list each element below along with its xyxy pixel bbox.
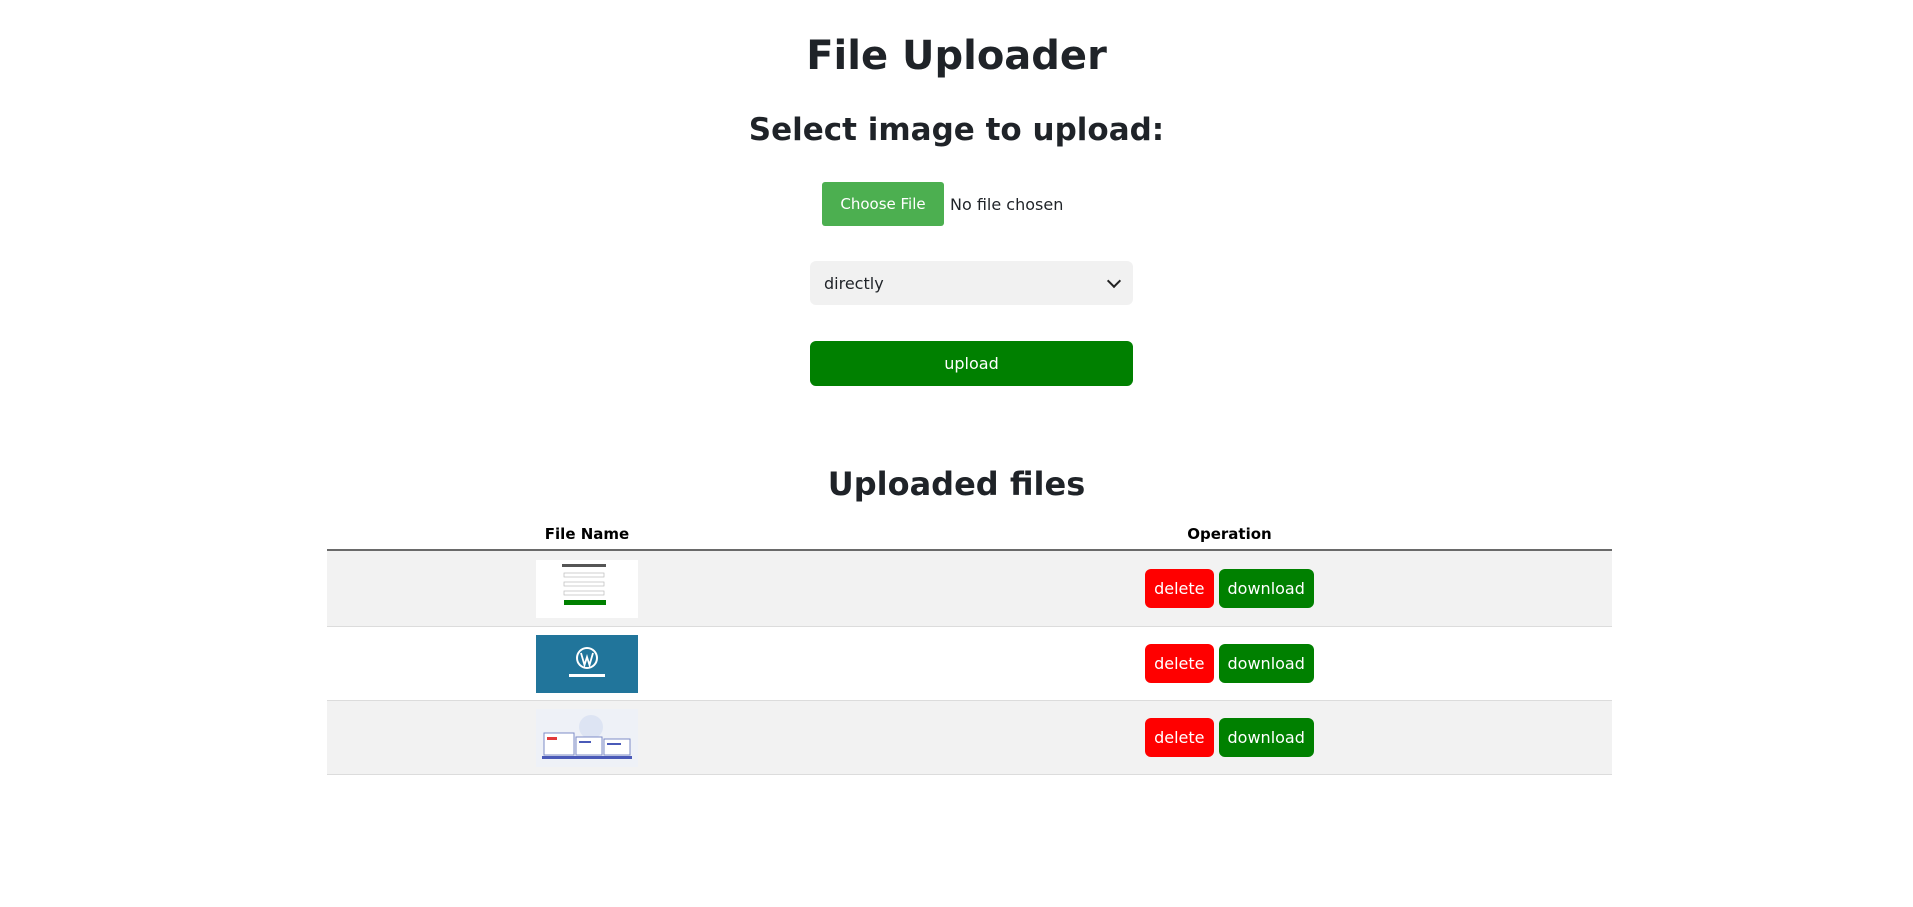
operation-cell: delete download: [847, 550, 1612, 627]
dashboard-illustration-thumbnail[interactable]: [536, 708, 638, 767]
row-actions: delete download: [1145, 644, 1314, 683]
download-button[interactable]: download: [1218, 569, 1314, 608]
wordpress-logo-thumbnail[interactable]: [536, 634, 638, 693]
row-actions: delete download: [1145, 569, 1314, 608]
login-form-screenshot-thumbnail[interactable]: [536, 559, 638, 618]
table-row: delete download: [327, 700, 1612, 775]
uploaded-files-heading: Uploaded files: [827, 465, 1086, 503]
download-button[interactable]: download: [1218, 644, 1314, 683]
upload-method-select[interactable]: directly: [810, 261, 1133, 305]
table-row: delete download: [327, 626, 1612, 701]
uploaded-files-table: File Name Operation delete download dele…: [327, 518, 1612, 775]
table-header-row: File Name Operation: [327, 518, 1612, 551]
file-input[interactable]: Choose File No file chosen: [822, 182, 1063, 226]
chevron-down-icon: [1106, 273, 1122, 289]
table-row: delete download: [327, 550, 1612, 627]
delete-button[interactable]: delete: [1145, 718, 1214, 757]
download-button[interactable]: download: [1218, 718, 1314, 757]
upload-button[interactable]: upload: [810, 341, 1133, 386]
row-actions: delete download: [1145, 718, 1314, 757]
column-header-file-name: File Name: [327, 518, 847, 551]
no-file-chosen-text: No file chosen: [950, 194, 1064, 214]
file-name-cell: [327, 626, 847, 701]
choose-file-button[interactable]: Choose File: [822, 182, 944, 226]
delete-button[interactable]: delete: [1145, 569, 1214, 608]
operation-cell: delete download: [847, 700, 1612, 775]
column-header-operation: Operation: [847, 518, 1612, 551]
file-name-cell: [327, 550, 847, 627]
delete-button[interactable]: delete: [1145, 644, 1214, 683]
page: File Uploader Select image to upload: Ch…: [0, 0, 1913, 907]
page-title: File Uploader: [806, 33, 1107, 79]
upload-subtitle: Select image to upload:: [748, 112, 1165, 148]
select-value: directly: [824, 273, 884, 293]
operation-cell: delete download: [847, 626, 1612, 701]
file-name-cell: [327, 700, 847, 775]
